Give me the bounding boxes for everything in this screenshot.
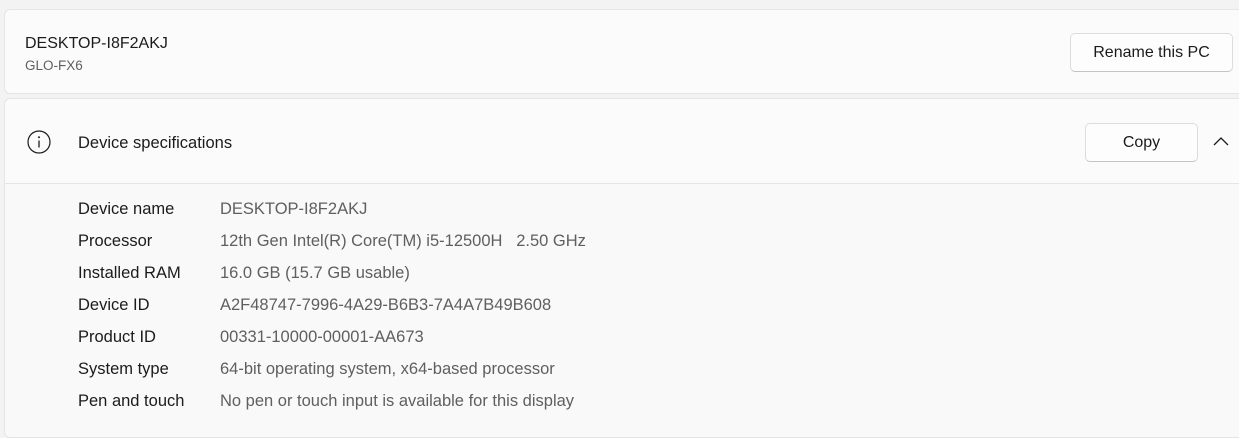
section-title: Device specifications [78,134,233,152]
spec-value: DESKTOP-I8F2AKJ [220,199,368,218]
spec-value: A2F48747-7996-4A29-B6B3-7A4A7B49B608 [220,295,552,314]
spec-value: 16.0 GB (15.7 GB usable) [220,263,410,282]
spec-row-device-name: Device name DESKTOP-I8F2AKJ [78,197,367,221]
spec-row-device-id: Device ID A2F48747-7996-4A29-B6B3-7A4A7B… [78,293,551,317]
spec-row-product-id: Product ID 00331-10000-00001-AA673 [78,325,424,349]
spec-row-processor: Processor 12th Gen Intel(R) Core(TM) i5-… [78,229,586,253]
spec-row-system-type: System type 64-bit operating system, x64… [78,357,555,381]
spec-label: Processor [78,231,153,250]
device-specifications-header[interactable]: Device specifications Copy [5,99,1239,184]
pc-name-card: DESKTOP-I8F2AKJ GLO-FX6 Rename this PC [4,9,1239,94]
spec-value: 00331-10000-00001-AA673 [220,327,424,346]
spec-value: No pen or touch input is available for t… [220,391,575,410]
spec-label: Installed RAM [78,263,181,282]
spec-label: Product ID [78,327,156,346]
pc-model: GLO-FX6 [25,58,83,73]
spec-label: Device name [78,199,175,218]
device-specifications-section: Device specifications Copy Device name D… [4,98,1239,438]
spec-value: 12th Gen Intel(R) Core(TM) i5-12500H 2.5… [220,231,586,250]
spec-row-installed-ram: Installed RAM 16.0 GB (15.7 GB usable) [78,261,410,285]
chevron-up-icon[interactable] [1213,135,1229,147]
rename-pc-button[interactable]: Rename this PC [1070,33,1233,72]
spec-row-pen-and-touch: Pen and touch No pen or touch input is a… [78,389,574,413]
spec-label: Pen and touch [78,391,185,410]
copy-button[interactable]: Copy [1085,123,1198,162]
pc-name: DESKTOP-I8F2AKJ [25,35,168,52]
spec-value: 64-bit operating system, x64-based proce… [220,359,555,378]
spec-label: System type [78,359,169,378]
info-icon [27,130,51,154]
spec-label: Device ID [78,295,150,314]
